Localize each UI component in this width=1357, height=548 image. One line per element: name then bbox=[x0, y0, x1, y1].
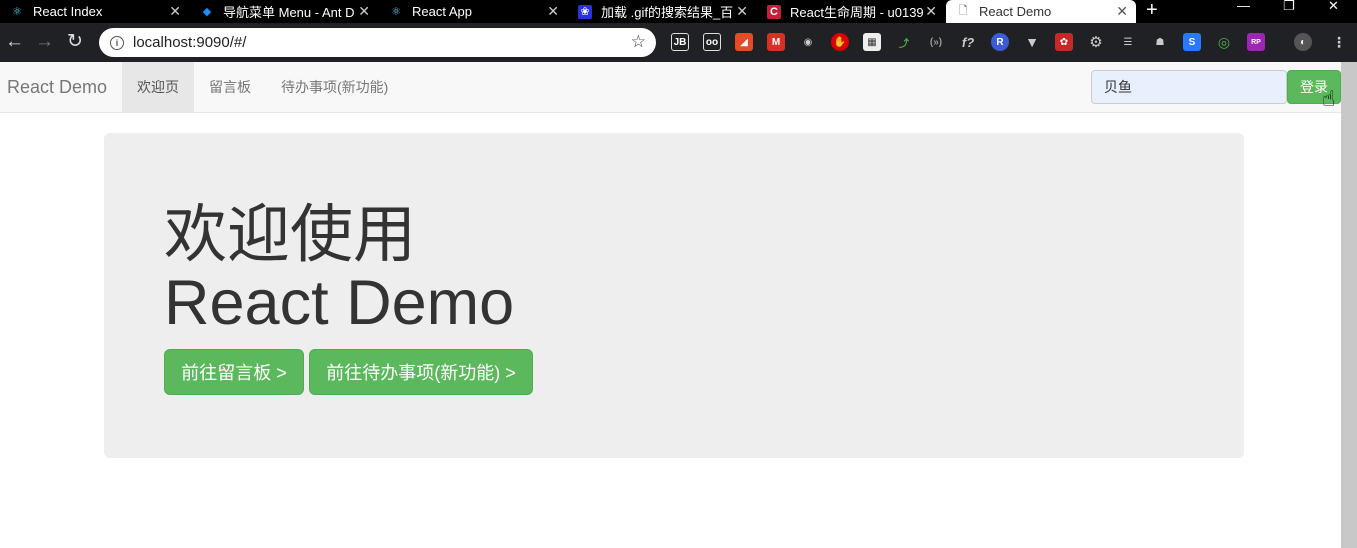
extension-icon[interactable]: ☗ bbox=[1151, 33, 1169, 51]
close-icon[interactable]: ✕ bbox=[736, 3, 748, 20]
tab-title: React生命周期 - u0139 bbox=[790, 5, 924, 20]
restore-icon[interactable]: ❐ bbox=[1283, 0, 1295, 14]
function-icon[interactable]: f? bbox=[959, 33, 977, 51]
go-message-board-button[interactable]: 前往留言板 > bbox=[164, 349, 304, 395]
reload-icon[interactable]: ↻ bbox=[67, 31, 83, 53]
close-icon[interactable]: ✕ bbox=[547, 3, 559, 20]
back-icon[interactable]: ← bbox=[5, 31, 24, 53]
browser-tab[interactable]: C React生命周期 - u0139 ✕ bbox=[757, 0, 945, 23]
welcome-jumbotron: 欢迎使用 React Demo 前往留言板 > 前往待办事项(新功能) > bbox=[104, 133, 1244, 458]
window-close-icon[interactable]: ✕ bbox=[1328, 0, 1339, 14]
nav-link-todo[interactable]: 待办事项(新功能) bbox=[266, 62, 403, 112]
page-icon: 🗋 bbox=[958, 5, 968, 17]
close-icon[interactable]: ✕ bbox=[1116, 3, 1128, 20]
welcome-title: 欢迎使用 React Demo bbox=[164, 201, 514, 337]
menu-icon[interactable]: ⋮ bbox=[1330, 33, 1348, 51]
tab-title: React Index bbox=[33, 4, 103, 19]
adblock-icon[interactable]: ✋ bbox=[831, 33, 849, 51]
new-tab-icon[interactable]: + bbox=[1146, 0, 1158, 22]
extension-icon[interactable]: ◉ bbox=[799, 33, 817, 51]
minimize-icon[interactable]: — bbox=[1237, 0, 1250, 13]
gear-icon[interactable]: ⚙ bbox=[1087, 33, 1105, 51]
navbar-brand[interactable]: React Demo bbox=[7, 77, 107, 98]
gmail-icon[interactable]: M bbox=[767, 33, 785, 51]
welcome-title-line1: 欢迎使用 bbox=[164, 200, 416, 270]
forward-icon[interactable]: → bbox=[35, 31, 54, 53]
extension-icon[interactable]: R bbox=[991, 33, 1009, 51]
tab-title: 导航菜单 Menu - Ant D bbox=[223, 5, 355, 20]
extension-icon[interactable]: (») bbox=[927, 33, 945, 51]
go-todo-button[interactable]: 前往待办事项(新功能) > bbox=[309, 349, 533, 395]
welcome-title-line2: React Demo bbox=[164, 268, 515, 338]
close-icon[interactable]: ✕ bbox=[358, 3, 370, 20]
page-scrollbar[interactable] bbox=[1341, 62, 1357, 548]
extension-icon[interactable]: ◎ bbox=[1215, 33, 1233, 51]
extension-icon[interactable]: RP bbox=[1247, 33, 1265, 51]
username-input[interactable] bbox=[1091, 70, 1287, 104]
browser-tab[interactable]: ❀ 加载 .gif的搜索结果_百 ✕ bbox=[568, 0, 756, 23]
csdn-icon: C bbox=[767, 4, 781, 19]
extension-icon[interactable]: ◢ bbox=[735, 33, 753, 51]
extension-icon[interactable]: ⤴ bbox=[895, 33, 913, 51]
extension-icon[interactable]: ▦ bbox=[863, 33, 881, 51]
react-icon: ⚛ bbox=[12, 6, 22, 18]
site-navbar: React Demo 欢迎页 留言板 待办事项(新功能) 登录 bbox=[0, 62, 1341, 113]
jb-extension-icon[interactable]: JB bbox=[671, 33, 689, 51]
vue-icon[interactable]: ▼ bbox=[1023, 33, 1041, 51]
info-icon[interactable]: i bbox=[110, 35, 124, 50]
nav-link-message-board[interactable]: 留言板 bbox=[194, 62, 266, 112]
tab-title: React Demo bbox=[979, 4, 1052, 19]
browser-tab[interactable]: ⚛ React App ✕ bbox=[379, 0, 567, 23]
extension-icon[interactable]: oo bbox=[703, 33, 721, 51]
extension-icon[interactable]: S bbox=[1183, 33, 1201, 51]
extension-icon[interactable]: ✿ bbox=[1055, 33, 1073, 51]
baidu-icon: ❀ bbox=[578, 4, 592, 19]
react-icon: ⚛ bbox=[391, 6, 401, 18]
browser-tab[interactable]: ⚛ React Index ✕ bbox=[0, 0, 189, 23]
url-text: localhost:9090/#/ bbox=[133, 34, 247, 51]
close-icon[interactable]: ✕ bbox=[169, 3, 181, 20]
ant-design-icon: ◆ bbox=[202, 6, 212, 18]
browser-toolbar: ← → ↻ i localhost:9090/#/ ☆ JB oo ◢ M ◉ … bbox=[0, 23, 1357, 62]
tab-title: React App bbox=[412, 4, 472, 19]
browser-tab[interactable]: ◆ 导航菜单 Menu - Ant D ✕ bbox=[190, 0, 378, 23]
browser-tab-active[interactable]: 🗋 React Demo ✕ bbox=[946, 0, 1136, 23]
profile-avatar[interactable]: ◐ bbox=[1294, 33, 1312, 51]
nav-link-welcome[interactable]: 欢迎页 bbox=[122, 62, 194, 112]
browser-tab-strip: ⚛ React Index ✕ ◆ 导航菜单 Menu - Ant D ✕ ⚛ … bbox=[0, 0, 1357, 23]
hand-cursor-icon: ☝ bbox=[1322, 86, 1336, 111]
bookmark-star-icon[interactable]: ☆ bbox=[631, 32, 646, 52]
extension-icon[interactable]: ☰ bbox=[1119, 33, 1137, 51]
tab-title: 加载 .gif的搜索结果_百 bbox=[601, 5, 734, 20]
address-bar[interactable]: i localhost:9090/#/ ☆ bbox=[99, 28, 656, 57]
close-icon[interactable]: ✕ bbox=[925, 3, 937, 20]
